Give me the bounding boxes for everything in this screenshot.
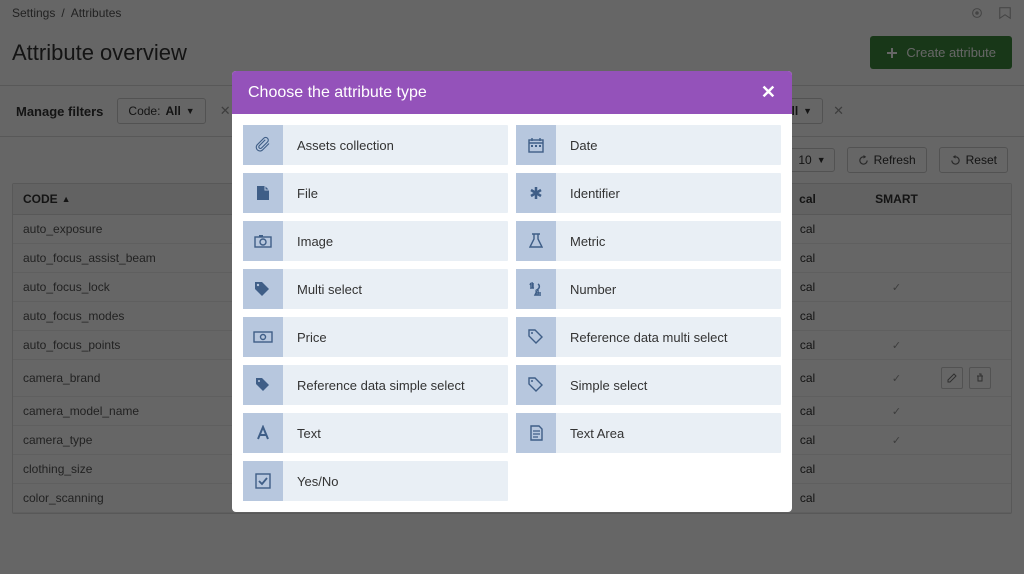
beaker-icon bbox=[516, 221, 556, 261]
tag-solid-icon bbox=[243, 365, 283, 405]
attribute-type-option[interactable]: File bbox=[243, 173, 508, 213]
letter-icon bbox=[243, 413, 283, 453]
attribute-type-label: Metric bbox=[556, 234, 619, 249]
attribute-type-option[interactable]: Yes/No bbox=[243, 461, 508, 501]
attribute-type-label: Number bbox=[556, 282, 630, 297]
attribute-type-label: Reference data simple select bbox=[283, 378, 479, 393]
number-icon: 19 bbox=[516, 269, 556, 309]
attribute-type-label: Date bbox=[556, 138, 611, 153]
attribute-type-option[interactable]: Metric bbox=[516, 221, 781, 261]
attribute-type-option[interactable]: Reference data multi select bbox=[516, 317, 781, 357]
calendar-icon bbox=[516, 125, 556, 165]
attribute-type-option[interactable]: Identifier bbox=[516, 173, 781, 213]
attribute-type-label: File bbox=[283, 186, 332, 201]
file-icon bbox=[243, 173, 283, 213]
attribute-type-option[interactable]: 19Number bbox=[516, 269, 781, 309]
attribute-type-label: Yes/No bbox=[283, 474, 352, 489]
check-icon bbox=[243, 461, 283, 501]
attribute-type-label: Reference data multi select bbox=[556, 330, 742, 345]
money-icon bbox=[243, 317, 283, 357]
attribute-type-label: Assets collection bbox=[283, 138, 408, 153]
attribute-type-label: Text bbox=[283, 426, 335, 441]
attribute-type-label: Identifier bbox=[556, 186, 634, 201]
attribute-type-option[interactable]: Date bbox=[516, 125, 781, 165]
attribute-type-option[interactable]: Image bbox=[243, 221, 508, 261]
attribute-type-label: Image bbox=[283, 234, 347, 249]
attachment-icon bbox=[243, 125, 283, 165]
attribute-type-label: Simple select bbox=[556, 378, 661, 393]
attribute-type-label: Text Area bbox=[556, 426, 638, 441]
attribute-type-modal: Choose the attribute type ✕ Assets colle… bbox=[232, 71, 792, 512]
doc-icon bbox=[516, 413, 556, 453]
attribute-type-option[interactable]: Reference data simple select bbox=[243, 365, 508, 405]
attribute-type-option[interactable]: Text bbox=[243, 413, 508, 453]
attribute-type-option[interactable]: Assets collection bbox=[243, 125, 508, 165]
tag-icon bbox=[516, 317, 556, 357]
tag-icon bbox=[516, 365, 556, 405]
modal-close-button[interactable]: ✕ bbox=[761, 82, 776, 103]
attribute-type-option[interactable]: Simple select bbox=[516, 365, 781, 405]
attribute-type-option[interactable]: Price bbox=[243, 317, 508, 357]
attribute-type-option[interactable]: Text Area bbox=[516, 413, 781, 453]
attribute-type-option[interactable]: Multi select bbox=[243, 269, 508, 309]
attribute-type-label: Price bbox=[283, 330, 341, 345]
camera-icon bbox=[243, 221, 283, 261]
attribute-type-label: Multi select bbox=[283, 282, 376, 297]
modal-title: Choose the attribute type bbox=[248, 84, 427, 102]
tags-icon bbox=[243, 269, 283, 309]
svg-text:9: 9 bbox=[535, 288, 540, 297]
asterisk-icon bbox=[516, 173, 556, 213]
